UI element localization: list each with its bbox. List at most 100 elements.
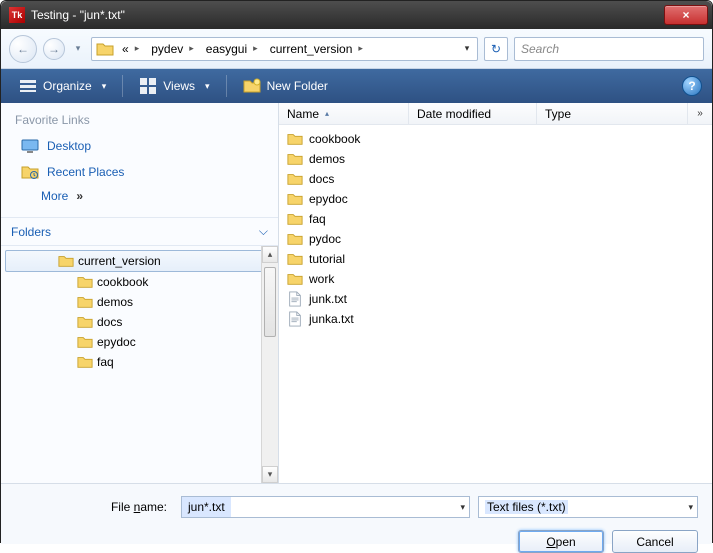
folder-item[interactable]: work (285, 269, 706, 289)
tree-item-label: faq (97, 355, 114, 369)
organize-label: Organize (43, 79, 92, 93)
breadcrumb-label: easygui (206, 42, 247, 56)
organize-button[interactable]: Organize ▾ (11, 73, 114, 99)
folder-item[interactable]: pydoc (285, 229, 706, 249)
column-header-type[interactable]: Type (537, 103, 688, 124)
file-item[interactable]: junk.txt (285, 289, 706, 309)
organize-icon (19, 77, 37, 95)
filename-input[interactable]: jun*.txt ▾ (181, 496, 470, 518)
tree-item-label: current_version (78, 254, 161, 268)
views-label: Views (163, 79, 195, 93)
scroll-thumb[interactable] (264, 267, 276, 337)
folder-item[interactable]: epydoc (285, 189, 706, 209)
column-header-date[interactable]: Date modified (409, 103, 537, 124)
chevron-right-icon: ▸ (135, 43, 140, 54)
tree-item[interactable]: current_version (5, 250, 278, 272)
column-name-label: Name (287, 107, 319, 121)
item-name: work (309, 272, 334, 286)
open-button[interactable]: Open (518, 530, 604, 553)
breadcrumb-segment[interactable]: current_version ▸ (264, 38, 369, 60)
help-icon: ? (688, 79, 695, 93)
scroll-track[interactable] (262, 263, 278, 466)
open-label: Open (546, 535, 575, 549)
folder-item[interactable]: tutorial (285, 249, 706, 269)
navigation-pane: Favorite Links DesktopRecent Places More… (1, 103, 279, 483)
tree-scrollbar[interactable]: ▴ ▾ (261, 246, 278, 483)
chevron-right-icon: ▸ (358, 43, 363, 54)
path-dropdown-button[interactable]: ▾ (459, 43, 475, 54)
filename-label-pre: File (111, 500, 134, 514)
arrow-left-icon: ← (17, 42, 29, 56)
cancel-button[interactable]: Cancel (612, 530, 698, 553)
tree-item-label: demos (97, 295, 133, 309)
new-folder-label: New Folder (267, 79, 328, 93)
folder-icon (287, 231, 303, 247)
scroll-down-button[interactable]: ▾ (262, 466, 278, 483)
folder-icon (287, 211, 303, 227)
arrow-right-icon: → (48, 42, 60, 56)
tree-item[interactable]: demos (5, 292, 278, 312)
favorite-link[interactable]: Desktop (15, 133, 264, 159)
filetype-dropdown-button[interactable]: ▾ (688, 502, 693, 513)
folder-icon (77, 314, 93, 330)
folder-item[interactable]: cookbook (285, 129, 706, 149)
tree-item[interactable]: faq (5, 352, 278, 372)
item-name: junka.txt (309, 312, 354, 326)
filename-dropdown-button[interactable]: ▾ (460, 502, 465, 513)
dialog-footer: File name: jun*.txt ▾ Text files (*.txt)… (1, 483, 712, 544)
more-label: More (41, 189, 68, 203)
help-button[interactable]: ? (682, 76, 702, 96)
open-mnemonic: O (546, 535, 555, 549)
text-file-icon (287, 291, 303, 307)
folder-icon (77, 354, 93, 370)
recent-icon (21, 163, 39, 181)
folder-icon (58, 253, 74, 269)
folder-item[interactable]: faq (285, 209, 706, 229)
favorite-link[interactable]: Recent Places (15, 159, 264, 185)
filetype-select[interactable]: Text files (*.txt) ▾ (478, 496, 698, 518)
text-file-icon (287, 311, 303, 327)
forward-button[interactable]: → (43, 38, 65, 60)
item-name: epydoc (309, 192, 348, 206)
folder-icon (77, 274, 93, 290)
tree-item[interactable]: epydoc (5, 332, 278, 352)
refresh-button[interactable]: ↻ (484, 37, 508, 61)
more-link[interactable]: More » (15, 185, 264, 207)
folder-item[interactable]: docs (285, 169, 706, 189)
favorite-links: Favorite Links DesktopRecent Places More… (1, 103, 278, 211)
file-item[interactable]: junka.txt (285, 309, 706, 329)
breadcrumb-label: current_version (270, 42, 353, 56)
breadcrumb-segment[interactable]: pydev▸ (145, 38, 200, 60)
file-listing: cookbook demosdocs epydoc faq pydoc tutorial w… (279, 125, 712, 483)
item-name: junk.txt (309, 292, 347, 306)
filename-value: jun*.txt (182, 497, 231, 517)
tree-item[interactable]: docs (5, 312, 278, 332)
breadcrumb-segment[interactable]: easygui ▸ (200, 38, 264, 60)
column-header-name[interactable]: Name ▴ (279, 103, 409, 124)
chevron-right-icon: ▸ (253, 43, 258, 54)
nav-bar: ← → ▾ «▸pydev▸easygui▸current_version▸ ▾… (1, 29, 712, 69)
sort-asc-icon: ▴ (325, 109, 329, 118)
item-name: cookbook (309, 132, 360, 146)
column-date-label: Date modified (417, 107, 491, 121)
item-name: pydoc (309, 232, 341, 246)
back-button[interactable]: ← (9, 35, 37, 63)
column-overflow-button[interactable]: » (688, 103, 712, 124)
folder-icon (77, 334, 93, 350)
search-placeholder: Search (521, 42, 559, 56)
folder-icon (77, 294, 93, 310)
views-button[interactable]: Views ▾ (131, 73, 217, 99)
search-input[interactable]: Search (514, 37, 704, 61)
breadcrumb-segment[interactable]: «▸ (116, 38, 145, 60)
recent-locations-button[interactable]: ▾ (71, 43, 85, 54)
breadcrumb[interactable]: «▸pydev▸easygui▸current_version▸ ▾ (91, 37, 478, 61)
tree-item[interactable]: cookbook (5, 272, 278, 292)
folder-item[interactable]: demos (285, 149, 706, 169)
new-folder-button[interactable]: New Folder (235, 73, 336, 99)
scroll-up-button[interactable]: ▴ (262, 246, 278, 263)
breadcrumb-label: pydev (151, 42, 183, 56)
folders-header[interactable]: Folders ⌵ (1, 217, 278, 245)
tree-item-label: cookbook (97, 275, 148, 289)
close-button[interactable]: × (664, 5, 708, 25)
views-icon (139, 77, 157, 95)
